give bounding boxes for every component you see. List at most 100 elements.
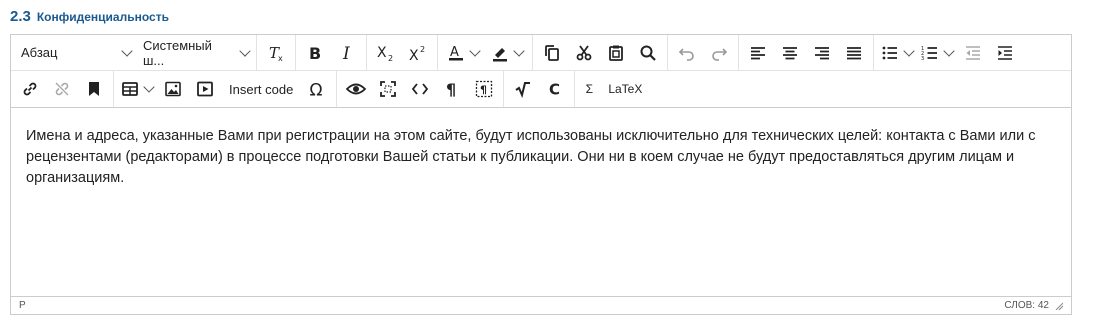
chevron-down-icon <box>469 44 481 57</box>
chevron-down-icon <box>943 44 955 57</box>
unlink-icon <box>55 82 69 96</box>
remove-link-button[interactable] <box>48 75 76 103</box>
section-heading: 2.3 Конфиденциальность <box>10 8 169 30</box>
bookmark-button[interactable] <box>80 75 108 103</box>
chevron-down-icon <box>903 44 915 57</box>
clear-formatting-button[interactable]: Tx <box>262 39 290 67</box>
svg-text:2: 2 <box>420 45 425 54</box>
eye-icon <box>346 83 367 95</box>
toolbar-row-2: Insert code Ω ¶ ¶ C Σ LaTeX <box>11 71 1071 108</box>
subscript-button[interactable]: X2 <box>372 39 400 67</box>
svg-text:Ω: Ω <box>310 81 323 99</box>
show-blocks-button[interactable]: ¶ <box>438 75 466 103</box>
font-family-select[interactable]: Системный ш... <box>135 37 253 68</box>
sigma-button[interactable]: Σ <box>580 75 598 103</box>
link-icon <box>23 82 37 96</box>
undo-icon <box>678 47 694 61</box>
copy-button[interactable] <box>538 39 566 67</box>
align-center-button[interactable] <box>776 39 804 67</box>
outdent-button[interactable] <box>959 39 987 67</box>
block-format-value: Абзац <box>21 45 58 60</box>
align-left-icon <box>751 46 765 59</box>
superscript-button[interactable]: X2 <box>404 39 432 67</box>
table-button[interactable] <box>119 75 155 103</box>
insert-image-button[interactable] <box>159 75 187 103</box>
insert-group: Insert code Ω <box>114 71 338 107</box>
clipboard-group <box>533 35 668 70</box>
editor-content-area[interactable]: Имена и адреса, указанные Вами при регис… <box>26 126 1066 189</box>
justify-button[interactable] <box>840 39 868 67</box>
align-group <box>739 35 874 70</box>
status-bar: P СЛОВ: 42 <box>11 296 1071 314</box>
font-family-value: Системный ш... <box>143 37 212 68</box>
fullscreen-icon <box>380 81 397 97</box>
align-left-button[interactable] <box>744 39 772 67</box>
cut-button[interactable] <box>570 39 598 67</box>
special-character-button[interactable]: Ω <box>303 75 331 103</box>
script-group: X2 X2 <box>367 35 438 70</box>
section-title: Конфиденциальность <box>36 10 169 24</box>
source-code-button[interactable] <box>406 75 434 103</box>
latex-group: Σ LaTeX <box>575 71 653 107</box>
chevron-down-icon <box>143 81 155 93</box>
code-icon <box>412 83 429 95</box>
find-replace-button[interactable] <box>634 39 662 67</box>
clear-format-icon: Tx <box>269 44 283 62</box>
latex-button[interactable]: LaTeX <box>602 75 648 103</box>
resize-handle-icon[interactable] <box>1055 302 1063 310</box>
text-color-button[interactable]: A <box>443 39 483 67</box>
fullscreen-button[interactable] <box>374 75 402 103</box>
clipboard-icon <box>609 45 623 61</box>
align-right-icon <box>815 46 829 59</box>
chevron-down-icon <box>239 44 251 57</box>
insert-link-button[interactable] <box>16 75 44 103</box>
highlight-color-button[interactable] <box>487 39 527 67</box>
omega-icon: Ω <box>310 81 323 99</box>
preview-button[interactable] <box>342 75 370 103</box>
numbered-list-button[interactable]: 123 <box>919 39 955 67</box>
toolbar-row-1: Абзац Системный ш... Tx B I X2 X 2 A 1 2… <box>11 35 1071 71</box>
bullet-list-icon <box>882 46 897 59</box>
svg-text:¶: ¶ <box>446 80 456 98</box>
redo-button[interactable] <box>705 39 733 67</box>
media-icon <box>197 81 213 97</box>
svg-text:B: B <box>309 44 321 62</box>
rich-text-editor: Абзац Системный ш... Tx B I X2 X 2 A 1 2… <box>10 34 1072 315</box>
svg-text:¶: ¶ <box>480 84 487 97</box>
italic-icon: I <box>342 44 350 62</box>
search-icon <box>640 45 656 61</box>
visual-blocks-button[interactable]: ¶ <box>470 75 498 103</box>
chemistry-icon: C <box>549 81 560 99</box>
svg-text:A: A <box>450 45 459 60</box>
bold-button[interactable]: B <box>301 39 329 67</box>
chemistry-button[interactable]: C <box>541 75 569 103</box>
paste-button[interactable] <box>602 39 630 67</box>
indent-button[interactable] <box>991 39 1019 67</box>
image-icon <box>165 81 181 97</box>
math-group: C <box>504 71 576 107</box>
superscript-icon: X2 <box>409 45 425 62</box>
link-group <box>11 71 114 107</box>
align-center-icon <box>783 46 797 59</box>
scissors-icon <box>576 44 592 60</box>
block-format-select[interactable]: Абзац <box>13 39 135 67</box>
italic-button[interactable]: I <box>333 39 361 67</box>
insert-media-button[interactable] <box>191 75 219 103</box>
table-icon <box>122 82 138 96</box>
content-paragraph: Имена и адреса, указанные Вами при регис… <box>26 128 1036 186</box>
align-right-button[interactable] <box>808 39 836 67</box>
equation-button[interactable] <box>509 75 537 103</box>
numbered-list-icon: 123 <box>921 46 937 62</box>
word-count[interactable]: СЛОВ: 42 <box>1004 300 1049 311</box>
bullet-list-button[interactable] <box>879 39 915 67</box>
element-path[interactable]: P <box>19 300 26 311</box>
history-group <box>668 35 739 70</box>
chevron-down-icon <box>513 44 525 57</box>
svg-text:C: C <box>549 81 560 99</box>
redo-icon <box>712 47 728 61</box>
insert-code-button[interactable]: Insert code <box>223 75 299 103</box>
svg-text:X: X <box>409 48 419 62</box>
undo-button[interactable] <box>673 39 701 67</box>
justify-icon <box>847 46 861 59</box>
svg-text:2: 2 <box>388 54 393 62</box>
